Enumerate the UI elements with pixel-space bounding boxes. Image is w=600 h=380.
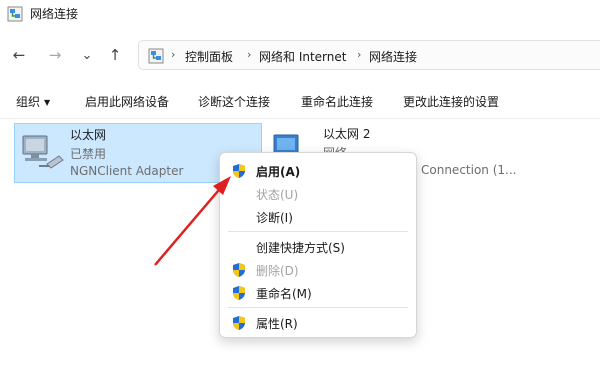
menu-label: 删除(D): [256, 264, 299, 278]
menu-item-delete: 删除(D): [220, 259, 416, 281]
rename-connection-button[interactable]: 重命名此连接: [301, 93, 373, 110]
menu-item-status: 状态(U): [220, 183, 416, 205]
connection-status: 已禁用: [70, 147, 107, 161]
menu-item-rename[interactable]: 重命名(M): [220, 282, 416, 304]
organize-label: 组织: [16, 95, 41, 109]
breadcrumb-network-internet[interactable]: 网络和 Internet: [259, 48, 346, 65]
title-bar: 网络连接: [0, 0, 600, 28]
navigation-bar: ← → ⌄ ↑ › 控制面板 › 网络和 Internet › 网络连接: [0, 36, 600, 76]
caret-down-icon: ▼: [44, 98, 51, 107]
menu-label: 属性(R): [256, 317, 298, 331]
network-connections-icon: [148, 48, 164, 64]
back-button[interactable]: ←: [8, 44, 30, 66]
menu-separator: [228, 307, 408, 308]
up-button[interactable]: ↑: [104, 44, 126, 66]
menu-label: 状态(U): [256, 188, 299, 202]
breadcrumb-separator: ›: [171, 48, 176, 61]
forward-button[interactable]: →: [44, 44, 66, 66]
command-bar: 组织 ▼ 启用此网络设备 诊断这个连接 重命名此连接 更改此连接的设置: [0, 84, 600, 119]
menu-item-diagnose[interactable]: 诊断(I): [220, 206, 416, 228]
menu-label: 重命名(M): [256, 287, 312, 301]
breadcrumb-network-connections[interactable]: 网络连接: [369, 48, 417, 65]
menu-item-properties[interactable]: 属性(R): [220, 312, 416, 334]
uac-shield-icon: [233, 286, 245, 300]
menu-label: 诊断(I): [256, 211, 293, 225]
chevron-down-icon: ⌄: [81, 47, 93, 63]
breadcrumb-control-panel[interactable]: 控制面板: [185, 48, 233, 65]
uac-shield-icon: [233, 263, 245, 277]
connection-adapter: NGNClient Adapter: [70, 164, 184, 178]
enable-device-button[interactable]: 启用此网络设备: [85, 93, 169, 110]
address-bar[interactable]: › 控制面板 › 网络和 Internet › 网络连接: [138, 40, 600, 70]
menu-item-enable[interactable]: 启用(A): [220, 160, 416, 182]
connection-name: 以太网 2: [323, 127, 371, 141]
window-title: 网络连接: [30, 7, 79, 21]
up-arrow-icon: ↑: [108, 46, 122, 64]
uac-shield-icon: [233, 164, 245, 178]
back-arrow-icon: ←: [12, 46, 26, 64]
context-menu: 启用(A) 状态(U) 诊断(I) 创建快捷方式(S) 删除(D) 重命名(M): [219, 152, 417, 338]
connection-adapter: Connection (1...: [421, 163, 517, 177]
ethernet-adapter-icon: [22, 135, 64, 169]
change-settings-button[interactable]: 更改此连接的设置: [403, 93, 499, 110]
recent-locations-button[interactable]: ⌄: [76, 44, 98, 66]
diagnose-connection-button[interactable]: 诊断这个连接: [198, 93, 270, 110]
connection-name: 以太网: [70, 128, 107, 142]
menu-item-create-shortcut[interactable]: 创建快捷方式(S): [220, 236, 416, 258]
uac-shield-icon: [233, 316, 245, 330]
forward-arrow-icon: →: [48, 46, 62, 64]
menu-label: 启用(A): [256, 165, 301, 179]
menu-label: 创建快捷方式(S): [256, 241, 345, 255]
breadcrumb-separator: ›: [247, 48, 252, 61]
organize-button[interactable]: 组织 ▼: [16, 93, 50, 110]
menu-separator: [228, 231, 408, 232]
breadcrumb-separator: ›: [357, 48, 362, 61]
network-connections-icon: [7, 6, 23, 22]
